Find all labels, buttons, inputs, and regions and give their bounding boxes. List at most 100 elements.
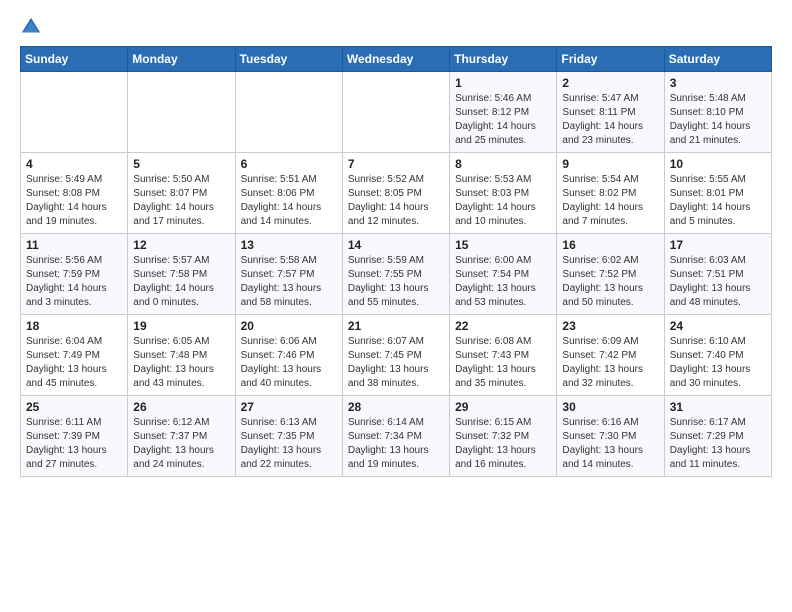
calendar-cell: 12 Sunrise: 5:57 AMSunset: 7:58 PMDaylig… — [128, 234, 235, 315]
day-number: 17 — [670, 238, 766, 252]
day-number: 1 — [455, 76, 551, 90]
calendar-cell — [235, 72, 342, 153]
day-number: 18 — [26, 319, 122, 333]
day-number: 7 — [348, 157, 444, 171]
day-number: 11 — [26, 238, 122, 252]
day-info: Sunrise: 5:48 AMSunset: 8:10 PMDaylight:… — [670, 92, 766, 148]
day-info: Sunrise: 6:02 AMSunset: 7:52 PMDaylight:… — [562, 254, 658, 310]
calendar-cell: 27 Sunrise: 6:13 AMSunset: 7:35 PMDaylig… — [235, 396, 342, 477]
calendar-cell: 23 Sunrise: 6:09 AMSunset: 7:42 PMDaylig… — [557, 315, 664, 396]
weekday-header-saturday: Saturday — [664, 47, 771, 72]
day-info: Sunrise: 5:49 AMSunset: 8:08 PMDaylight:… — [26, 173, 122, 229]
day-number: 13 — [241, 238, 337, 252]
calendar-cell: 24 Sunrise: 6:10 AMSunset: 7:40 PMDaylig… — [664, 315, 771, 396]
calendar-cell: 22 Sunrise: 6:08 AMSunset: 7:43 PMDaylig… — [450, 315, 557, 396]
weekday-header-friday: Friday — [557, 47, 664, 72]
day-info: Sunrise: 6:12 AMSunset: 7:37 PMDaylight:… — [133, 416, 229, 472]
calendar-cell: 16 Sunrise: 6:02 AMSunset: 7:52 PMDaylig… — [557, 234, 664, 315]
day-number: 16 — [562, 238, 658, 252]
logo-icon — [20, 16, 42, 38]
day-number: 29 — [455, 400, 551, 414]
day-number: 31 — [670, 400, 766, 414]
calendar-cell: 17 Sunrise: 6:03 AMSunset: 7:51 PMDaylig… — [664, 234, 771, 315]
calendar-cell: 4 Sunrise: 5:49 AMSunset: 8:08 PMDayligh… — [21, 153, 128, 234]
day-info: Sunrise: 6:13 AMSunset: 7:35 PMDaylight:… — [241, 416, 337, 472]
calendar-cell: 26 Sunrise: 6:12 AMSunset: 7:37 PMDaylig… — [128, 396, 235, 477]
calendar-cell — [342, 72, 449, 153]
day-info: Sunrise: 5:53 AMSunset: 8:03 PMDaylight:… — [455, 173, 551, 229]
calendar-cell: 1 Sunrise: 5:46 AMSunset: 8:12 PMDayligh… — [450, 72, 557, 153]
day-info: Sunrise: 6:15 AMSunset: 7:32 PMDaylight:… — [455, 416, 551, 472]
day-info: Sunrise: 6:16 AMSunset: 7:30 PMDaylight:… — [562, 416, 658, 472]
day-info: Sunrise: 6:14 AMSunset: 7:34 PMDaylight:… — [348, 416, 444, 472]
day-info: Sunrise: 5:51 AMSunset: 8:06 PMDaylight:… — [241, 173, 337, 229]
weekday-header-sunday: Sunday — [21, 47, 128, 72]
day-number: 6 — [241, 157, 337, 171]
day-info: Sunrise: 5:55 AMSunset: 8:01 PMDaylight:… — [670, 173, 766, 229]
day-info: Sunrise: 5:47 AMSunset: 8:11 PMDaylight:… — [562, 92, 658, 148]
day-number: 19 — [133, 319, 229, 333]
calendar-week-row: 1 Sunrise: 5:46 AMSunset: 8:12 PMDayligh… — [21, 72, 772, 153]
calendar-cell: 29 Sunrise: 6:15 AMSunset: 7:32 PMDaylig… — [450, 396, 557, 477]
day-info: Sunrise: 6:04 AMSunset: 7:49 PMDaylight:… — [26, 335, 122, 391]
calendar-cell: 13 Sunrise: 5:58 AMSunset: 7:57 PMDaylig… — [235, 234, 342, 315]
day-info: Sunrise: 6:05 AMSunset: 7:48 PMDaylight:… — [133, 335, 229, 391]
day-info: Sunrise: 6:00 AMSunset: 7:54 PMDaylight:… — [455, 254, 551, 310]
day-info: Sunrise: 5:58 AMSunset: 7:57 PMDaylight:… — [241, 254, 337, 310]
calendar-cell: 7 Sunrise: 5:52 AMSunset: 8:05 PMDayligh… — [342, 153, 449, 234]
calendar-cell: 9 Sunrise: 5:54 AMSunset: 8:02 PMDayligh… — [557, 153, 664, 234]
day-number: 5 — [133, 157, 229, 171]
day-number: 24 — [670, 319, 766, 333]
weekday-header-tuesday: Tuesday — [235, 47, 342, 72]
calendar-cell: 2 Sunrise: 5:47 AMSunset: 8:11 PMDayligh… — [557, 72, 664, 153]
page-header — [20, 16, 772, 38]
day-number: 4 — [26, 157, 122, 171]
day-number: 27 — [241, 400, 337, 414]
day-number: 21 — [348, 319, 444, 333]
day-number: 23 — [562, 319, 658, 333]
day-number: 3 — [670, 76, 766, 90]
logo — [20, 16, 46, 38]
day-number: 15 — [455, 238, 551, 252]
calendar-cell: 11 Sunrise: 5:56 AMSunset: 7:59 PMDaylig… — [21, 234, 128, 315]
day-number: 22 — [455, 319, 551, 333]
calendar-cell — [21, 72, 128, 153]
day-info: Sunrise: 5:57 AMSunset: 7:58 PMDaylight:… — [133, 254, 229, 310]
day-info: Sunrise: 5:59 AMSunset: 7:55 PMDaylight:… — [348, 254, 444, 310]
day-info: Sunrise: 5:56 AMSunset: 7:59 PMDaylight:… — [26, 254, 122, 310]
day-info: Sunrise: 6:09 AMSunset: 7:42 PMDaylight:… — [562, 335, 658, 391]
day-info: Sunrise: 6:07 AMSunset: 7:45 PMDaylight:… — [348, 335, 444, 391]
day-number: 30 — [562, 400, 658, 414]
calendar-cell: 6 Sunrise: 5:51 AMSunset: 8:06 PMDayligh… — [235, 153, 342, 234]
day-number: 9 — [562, 157, 658, 171]
weekday-header-wednesday: Wednesday — [342, 47, 449, 72]
day-info: Sunrise: 6:06 AMSunset: 7:46 PMDaylight:… — [241, 335, 337, 391]
calendar-cell: 30 Sunrise: 6:16 AMSunset: 7:30 PMDaylig… — [557, 396, 664, 477]
day-info: Sunrise: 6:11 AMSunset: 7:39 PMDaylight:… — [26, 416, 122, 472]
calendar-cell: 31 Sunrise: 6:17 AMSunset: 7:29 PMDaylig… — [664, 396, 771, 477]
day-number: 28 — [348, 400, 444, 414]
day-number: 25 — [26, 400, 122, 414]
day-info: Sunrise: 6:10 AMSunset: 7:40 PMDaylight:… — [670, 335, 766, 391]
weekday-header-monday: Monday — [128, 47, 235, 72]
calendar-cell: 10 Sunrise: 5:55 AMSunset: 8:01 PMDaylig… — [664, 153, 771, 234]
weekday-header-row: SundayMondayTuesdayWednesdayThursdayFrid… — [21, 47, 772, 72]
calendar-cell: 19 Sunrise: 6:05 AMSunset: 7:48 PMDaylig… — [128, 315, 235, 396]
day-number: 10 — [670, 157, 766, 171]
calendar-cell: 14 Sunrise: 5:59 AMSunset: 7:55 PMDaylig… — [342, 234, 449, 315]
weekday-header-thursday: Thursday — [450, 47, 557, 72]
day-info: Sunrise: 5:52 AMSunset: 8:05 PMDaylight:… — [348, 173, 444, 229]
day-number: 8 — [455, 157, 551, 171]
calendar-cell: 25 Sunrise: 6:11 AMSunset: 7:39 PMDaylig… — [21, 396, 128, 477]
calendar-cell: 8 Sunrise: 5:53 AMSunset: 8:03 PMDayligh… — [450, 153, 557, 234]
calendar-cell: 5 Sunrise: 5:50 AMSunset: 8:07 PMDayligh… — [128, 153, 235, 234]
calendar-week-row: 4 Sunrise: 5:49 AMSunset: 8:08 PMDayligh… — [21, 153, 772, 234]
day-number: 2 — [562, 76, 658, 90]
calendar-cell: 15 Sunrise: 6:00 AMSunset: 7:54 PMDaylig… — [450, 234, 557, 315]
day-info: Sunrise: 5:50 AMSunset: 8:07 PMDaylight:… — [133, 173, 229, 229]
calendar-cell: 28 Sunrise: 6:14 AMSunset: 7:34 PMDaylig… — [342, 396, 449, 477]
calendar-cell: 3 Sunrise: 5:48 AMSunset: 8:10 PMDayligh… — [664, 72, 771, 153]
calendar-week-row: 25 Sunrise: 6:11 AMSunset: 7:39 PMDaylig… — [21, 396, 772, 477]
calendar-cell — [128, 72, 235, 153]
calendar-week-row: 18 Sunrise: 6:04 AMSunset: 7:49 PMDaylig… — [21, 315, 772, 396]
